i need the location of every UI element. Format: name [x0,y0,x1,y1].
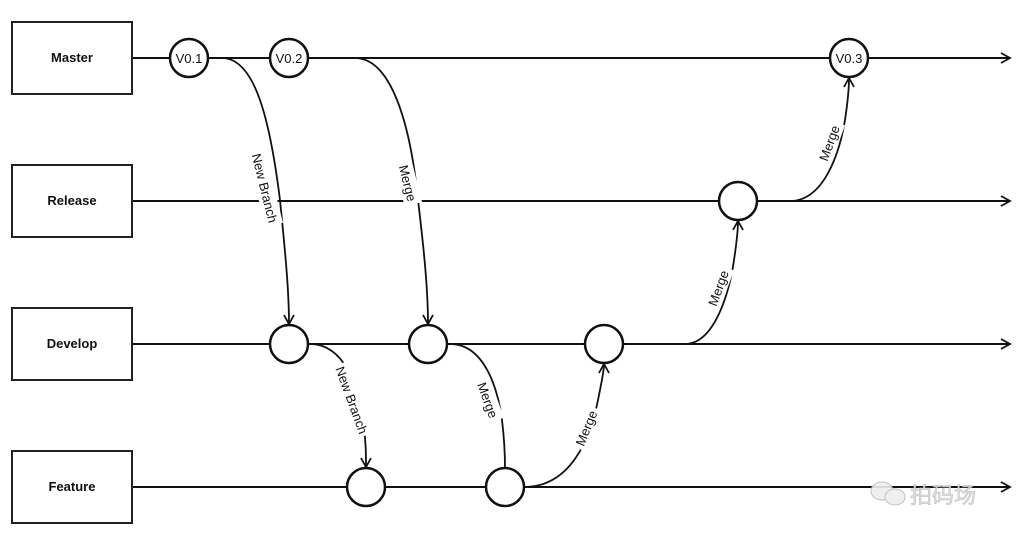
edge-release-to-master [789,76,855,202]
commit-node-v03: V0.3 [828,37,870,79]
feature-commit-node [484,466,526,508]
version-label: V0.1 [176,51,203,66]
branch-box-release: Release [11,164,133,238]
branch-label: Release [47,193,96,208]
feature-commit-node [345,466,387,508]
develop-commit-node [407,323,449,365]
branch-box-feature: Feature [11,450,133,524]
watermark: 拍码场 [870,481,976,508]
branch-label: Feature [49,479,96,494]
version-label: V0.3 [836,51,863,66]
branch-label: Master [51,50,93,65]
version-label: V0.2 [276,51,303,66]
develop-commit-node [268,323,310,365]
watermark-text: 拍码场 [910,483,976,508]
develop-commit-node [583,323,625,365]
branch-box-develop: Develop [11,307,133,381]
git-flow-diagram: Master Release Develop Feature New Branc… [11,21,1012,524]
wechat-icon [870,481,906,506]
commit-node-v01: V0.1 [168,37,210,79]
commit-node-v02: V0.2 [268,37,310,79]
edge-new-branch-develop [221,57,295,326]
release-commit-node [717,180,759,222]
branch-label: Develop [47,336,98,351]
edge-label: New Branch [249,152,281,224]
branch-box-master: Master [11,21,133,95]
